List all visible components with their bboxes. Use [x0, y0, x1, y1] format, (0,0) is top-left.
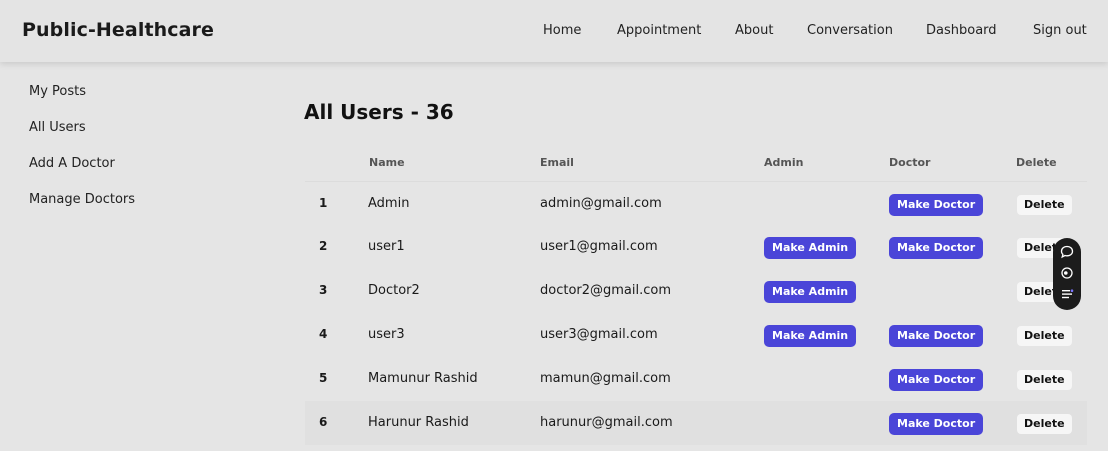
column-header-doctor: Doctor [889, 156, 931, 169]
table-row: 4 user3 user3@gmail.com Make Admin Make … [305, 313, 1087, 357]
row-number: 1 [319, 196, 328, 210]
sidebar-item-my-posts[interactable]: My Posts [29, 84, 86, 99]
chat-bubble-icon[interactable] [1059, 244, 1075, 260]
floating-toolbar [1053, 238, 1081, 310]
make-admin-button[interactable]: Make Admin [764, 325, 857, 347]
table-row: 6 Harunur Rashid harunur@gmail.com Make … [305, 401, 1087, 445]
user-email: harunur@gmail.com [540, 415, 673, 430]
delete-button[interactable]: Delete [1017, 414, 1072, 434]
row-number: 4 [319, 327, 328, 341]
row-number: 3 [319, 283, 328, 297]
user-name: user1 [368, 239, 405, 254]
page-title: All Users - 36 [304, 100, 454, 124]
table-row: 1 Admin admin@gmail.com Make Doctor Dele… [305, 181, 1087, 225]
user-name: Harunur Rashid [368, 415, 469, 430]
eye-icon[interactable] [1059, 265, 1075, 281]
column-header-delete: Delete [1016, 156, 1057, 169]
make-doctor-button[interactable]: Make Doctor [889, 194, 984, 216]
delete-button[interactable]: Delete [1017, 326, 1072, 346]
user-name: Mamunur Rashid [368, 371, 478, 386]
table-row: 2 user1 user1@gmail.com Make Admin Make … [305, 225, 1087, 269]
row-number: 2 [319, 239, 328, 253]
table-row: 3 Doctor2 doctor2@gmail.com Make Admin D… [305, 269, 1087, 313]
nav-links: Home Appointment About Conversation Dash… [0, 23, 1108, 43]
make-admin-button[interactable]: Make Admin [764, 281, 857, 303]
delete-button[interactable]: Delete [1017, 195, 1072, 215]
make-doctor-button[interactable]: Make Doctor [889, 325, 984, 347]
column-header-admin: Admin [764, 156, 804, 169]
table-row: 5 Mamunur Rashid mamun@gmail.com Make Do… [305, 357, 1087, 401]
make-admin-button[interactable]: Make Admin [764, 237, 857, 259]
make-doctor-button[interactable]: Make Doctor [889, 237, 984, 259]
nav-link-conversation[interactable]: Conversation [807, 23, 893, 38]
column-header-name: Name [369, 156, 405, 169]
user-email: mamun@gmail.com [540, 371, 671, 386]
make-doctor-button[interactable]: Make Doctor [889, 369, 984, 391]
user-name: Admin [368, 196, 410, 211]
row-number: 5 [319, 371, 328, 385]
sidebar-item-manage-doctors[interactable]: Manage Doctors [29, 192, 135, 207]
user-name: user3 [368, 327, 405, 342]
user-email: user3@gmail.com [540, 327, 658, 342]
list-icon[interactable] [1059, 286, 1075, 302]
sidebar-item-add-a-doctor[interactable]: Add A Doctor [29, 156, 115, 171]
user-name: Doctor2 [368, 283, 420, 298]
user-email: admin@gmail.com [540, 196, 662, 211]
make-doctor-button[interactable]: Make Doctor [889, 413, 984, 435]
nav-link-sign-out[interactable]: Sign out [1033, 23, 1087, 38]
top-navbar: Public-Healthcare Home Appointment About… [0, 0, 1108, 62]
row-number: 6 [319, 415, 328, 429]
user-email: user1@gmail.com [540, 239, 658, 254]
user-email: doctor2@gmail.com [540, 283, 672, 298]
sidebar-item-all-users[interactable]: All Users [29, 120, 86, 135]
nav-link-about[interactable]: About [735, 23, 773, 38]
nav-link-dashboard[interactable]: Dashboard [926, 23, 997, 38]
column-header-email: Email [540, 156, 574, 169]
nav-link-home[interactable]: Home [543, 23, 581, 38]
delete-button[interactable]: Delete [1017, 370, 1072, 390]
nav-link-appointment[interactable]: Appointment [617, 23, 701, 38]
